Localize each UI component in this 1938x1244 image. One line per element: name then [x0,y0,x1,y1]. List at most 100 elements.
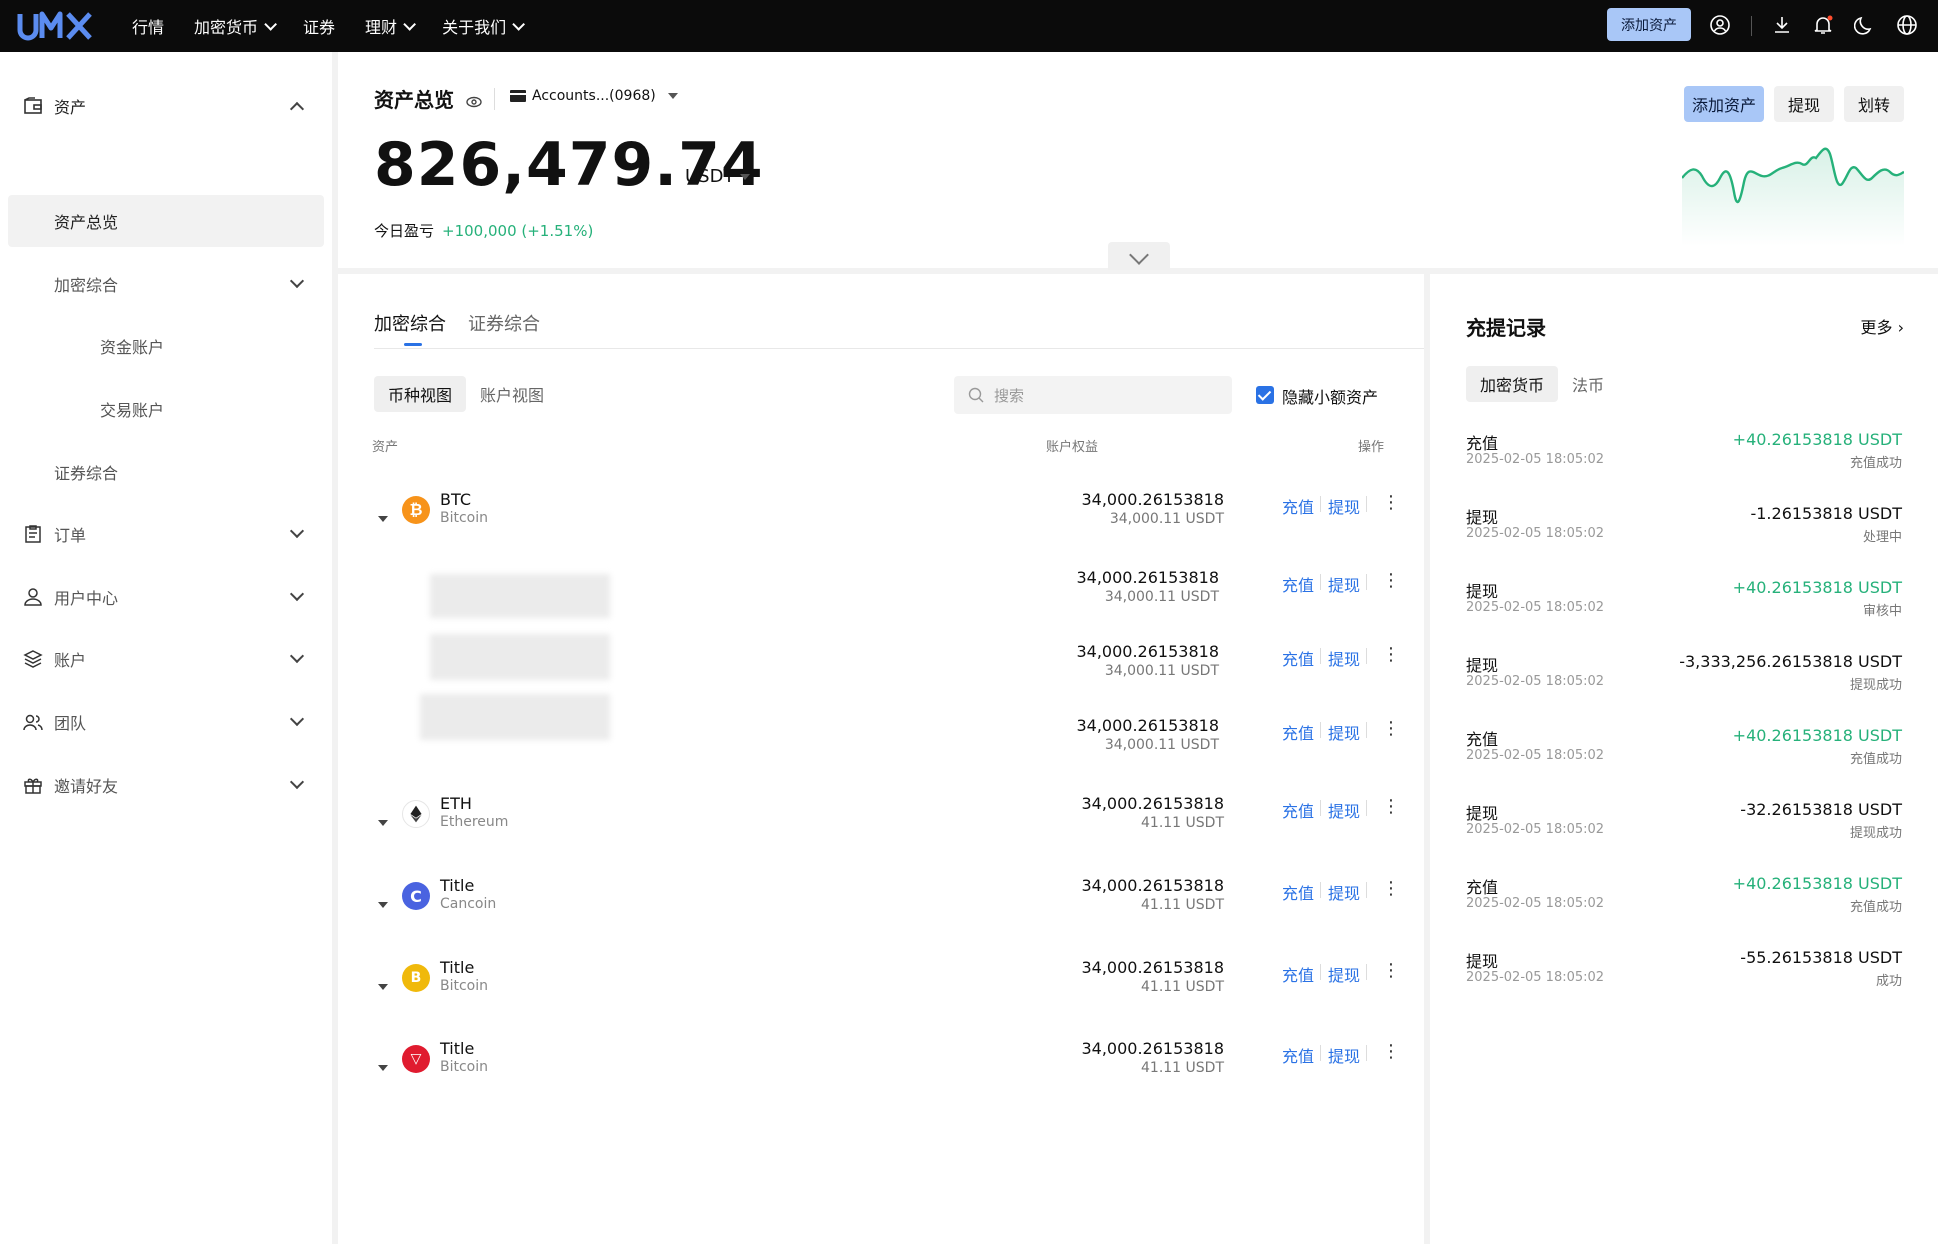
more-icon[interactable]: ⋮ [1382,492,1400,513]
sidebar-item-securities[interactable]: 证券综合 [0,446,332,498]
record-item[interactable]: 提现 2025-02-05 18:05:02 -1.26153818 USDT … [1466,504,1902,564]
expand-icon[interactable] [378,984,388,990]
tab-securities[interactable]: 证券综合 [468,310,540,336]
expand-icon[interactable] [378,902,388,908]
withdraw-link[interactable]: 提现 [1328,720,1360,744]
ethereum-icon [402,800,430,828]
more-icon[interactable]: ⋮ [1382,570,1400,591]
deposit-link[interactable]: 充值 [1282,1043,1314,1067]
moon-icon[interactable] [1854,14,1876,36]
record-status: 提现成功 [1849,678,1902,693]
deposit-link[interactable]: 充值 [1282,798,1314,822]
asset-name: Bitcoin [440,1059,489,1075]
add-asset-button[interactable]: 添加资产 [1684,86,1764,122]
deposit-link[interactable]: 充值 [1282,572,1314,596]
sidebar-label: 团队 [54,714,87,733]
withdraw-link[interactable]: 提现 [1328,572,1360,596]
sidebar-item-orders[interactable]: 订单 [0,508,332,560]
withdraw-link[interactable]: 提现 [1328,962,1360,986]
umx-logo[interactable] [16,8,100,44]
sidebar-item-invite[interactable]: 邀请好友 [0,759,332,811]
deposit-link[interactable]: 充值 [1282,880,1314,904]
globe-icon[interactable] [1896,14,1918,36]
more-icon[interactable]: ⋮ [1382,718,1400,739]
record-type: 提现 [1466,804,1499,823]
withdraw-link[interactable]: 提现 [1328,494,1360,518]
equity-amount: 34,000.26153818 [1081,876,1224,895]
record-item[interactable]: 提现 2025-02-05 18:05:02 -3,333,256.261538… [1466,652,1902,712]
sidebar-item-crypto[interactable]: 加密综合 [0,258,332,310]
nav-about[interactable]: 关于我们 [442,14,526,38]
download-icon[interactable] [1771,14,1793,36]
sidebar-item-fund-account[interactable]: 资金账户 [0,320,332,372]
sidebar-item-assets[interactable]: 资产 [0,80,332,132]
more-icon[interactable]: ⋮ [1382,1041,1400,1062]
withdraw-link[interactable]: 提现 [1328,880,1360,904]
record-item[interactable]: 充值 2025-02-05 18:05:02 +40.26153818 USDT… [1466,726,1902,786]
sidebar-label: 用户中心 [54,589,119,608]
sidebar-item-trade-account[interactable]: 交易账户 [0,383,332,435]
tab-records-fiat[interactable]: 法币 [1558,366,1618,402]
view-by-account-button[interactable]: 账户视图 [466,376,558,412]
hide-small-assets-checkbox[interactable] [1256,386,1274,404]
eye-icon[interactable] [465,95,483,109]
tab-records-crypto[interactable]: 加密货币 [1466,366,1558,402]
record-item[interactable]: 提现 2025-02-05 18:05:02 +40.26153818 USDT… [1466,578,1902,638]
record-amount: +40.26153818 USDT [1732,726,1902,745]
record-status: 充值成功 [1849,900,1902,915]
more-icon[interactable]: ⋮ [1382,796,1400,817]
expand-chevron-button[interactable] [1108,242,1170,270]
account-selector[interactable]: Accounts...(0968) [510,88,678,104]
deposit-link[interactable]: 充值 [1282,720,1314,744]
chevron-down-icon [403,17,417,31]
more-icon[interactable]: ⋮ [1382,960,1400,981]
asset-symbol: ETH [440,794,472,813]
deposit-link[interactable]: 充值 [1282,962,1314,986]
withdraw-button[interactable]: 提现 [1774,86,1834,122]
equity-usdt: 34,000.11 USDT [1104,737,1219,753]
pnl-label: 今日盈亏 [374,222,435,240]
transfer-button[interactable]: 划转 [1844,86,1904,122]
nav-crypto[interactable]: 加密货币 [194,14,278,38]
view-by-coin-button[interactable]: 币种视图 [374,376,466,412]
account-label: Accounts...(0968) [532,88,656,104]
withdraw-link[interactable]: 提现 [1328,798,1360,822]
more-icon[interactable]: ⋮ [1382,644,1400,665]
sidebar-item-account[interactable]: 账户 [0,633,332,685]
record-date: 2025-02-05 18:05:02 [1466,822,1605,837]
sidebar-item-team[interactable]: 团队 [0,696,332,748]
sidebar-label: 邀请好友 [54,777,119,796]
record-item[interactable]: 充值 2025-02-05 18:05:02 +40.26153818 USDT… [1466,430,1902,490]
deposit-link[interactable]: 充值 [1282,494,1314,518]
top-add-asset-button[interactable]: 添加资产 [1607,8,1691,41]
bell-icon[interactable] [1812,14,1834,36]
expand-icon[interactable] [378,516,388,522]
withdraw-link[interactable]: 提现 [1328,646,1360,670]
top-navbar: 行情 加密货币 证券 理财 关于我们 添加资产 [0,0,1938,52]
sidebar-item-user-center[interactable]: 用户中心 [0,571,332,623]
record-item[interactable]: 充值 2025-02-05 18:05:02 +40.26153818 USDT… [1466,874,1902,934]
search-input[interactable]: 搜索 [954,376,1232,414]
nav-finance[interactable]: 理财 [365,14,417,38]
user-icon[interactable] [1709,14,1731,36]
withdraw-link[interactable]: 提现 [1328,1043,1360,1067]
asset-name: Bitcoin [440,510,489,526]
nav-securities[interactable]: 证券 [303,14,335,38]
chevron-down-icon [289,586,305,602]
equity-usdt: 34,000.11 USDT [1104,589,1219,605]
divider [1366,722,1367,738]
chevron-down-icon [289,523,305,539]
record-amount: -1.26153818 USDT [1750,504,1902,523]
divider [374,348,1424,349]
expand-icon[interactable] [378,1065,388,1071]
record-item[interactable]: 提现 2025-02-05 18:05:02 -32.26153818 USDT… [1466,800,1902,860]
currency-selector[interactable]: USDT [685,166,751,187]
expand-icon[interactable] [378,820,388,826]
tab-crypto[interactable]: 加密综合 [374,310,446,336]
record-item[interactable]: 提现 2025-02-05 18:05:02 -55.26153818 USDT… [1466,948,1902,1008]
deposit-link[interactable]: 充值 [1282,646,1314,670]
sidebar-item-overview[interactable]: 资产总览 [0,195,332,247]
nav-market[interactable]: 行情 [132,14,164,38]
more-link[interactable]: 更多 › [1860,314,1904,338]
more-icon[interactable]: ⋮ [1382,878,1400,899]
